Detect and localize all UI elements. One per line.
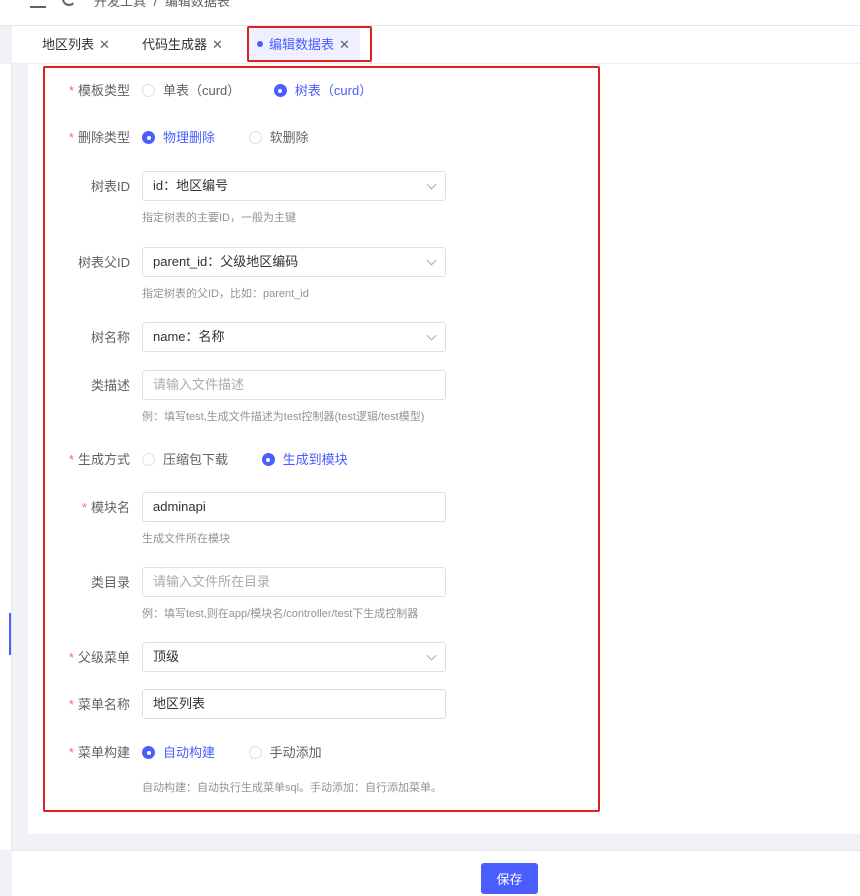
radio-label: 单表（curd） bbox=[163, 83, 241, 98]
field-label: 树名称 bbox=[90, 330, 130, 345]
chevron-down-icon bbox=[426, 179, 437, 190]
menu-build-radio-group: 自动构建 手动添加 bbox=[142, 737, 352, 769]
field-label: 菜单名称 bbox=[77, 697, 130, 712]
field-label: 生成方式 bbox=[77, 452, 130, 467]
radio-circle-icon bbox=[248, 746, 262, 760]
radio-circle-icon bbox=[248, 131, 262, 145]
field-label: 菜单构建 bbox=[77, 745, 130, 760]
close-icon[interactable]: ✕ bbox=[212, 37, 223, 52]
select-value: name：名称 bbox=[153, 329, 225, 344]
tree-name-select[interactable]: name：名称 bbox=[142, 322, 446, 352]
radio-label: 物理删除 bbox=[163, 130, 216, 145]
tab-code-generator[interactable]: 代码生成器 ✕ bbox=[142, 26, 223, 64]
radio-physical-delete[interactable]: 物理删除 bbox=[142, 122, 215, 154]
module-name-input[interactable]: adminapi bbox=[142, 492, 446, 522]
tab-label: 编辑数据表 bbox=[269, 37, 335, 52]
radio-auto-build[interactable]: 自动构建 bbox=[142, 737, 215, 769]
radio-generate-to-module[interactable]: 生成到模块 bbox=[261, 444, 348, 476]
radio-zip-download[interactable]: 压缩包下载 bbox=[142, 444, 228, 476]
template-type-radio-group: 单表（curd） 树表（curd） bbox=[142, 75, 402, 107]
class-desc-input[interactable]: 请输入文件描述 bbox=[142, 370, 446, 400]
select-value: 顶级 bbox=[153, 649, 180, 664]
field-label: 类描述 bbox=[90, 378, 130, 393]
tab-label: 代码生成器 bbox=[142, 37, 208, 52]
radio-circle-icon bbox=[142, 84, 155, 98]
breadcrumb-item: 编辑数据表 bbox=[164, 0, 230, 9]
menu-fold-icon[interactable] bbox=[30, 0, 46, 8]
radio-circle-icon bbox=[142, 453, 155, 467]
help-text: 生成文件所在模块 bbox=[142, 533, 230, 545]
close-icon[interactable]: ✕ bbox=[339, 37, 350, 52]
chevron-down-icon bbox=[426, 330, 437, 341]
radio-soft-delete[interactable]: 软删除 bbox=[248, 122, 309, 154]
field-label: 模板类型 bbox=[77, 83, 130, 98]
radio-checked-icon bbox=[261, 453, 275, 467]
radio-manual-add[interactable]: 手动添加 bbox=[248, 737, 322, 769]
field-label: 树表ID bbox=[90, 179, 130, 194]
radio-label: 树表（curd） bbox=[294, 83, 373, 98]
required-mark: * bbox=[68, 697, 74, 712]
help-text: 指定树表的主要ID，一般为主键 bbox=[142, 212, 296, 224]
tab-bar: 地区列表 ✕ 代码生成器 ✕ 编辑数据表 ✕ bbox=[12, 26, 860, 64]
radio-label: 软删除 bbox=[269, 130, 309, 145]
help-text: 自动构建：自动执行生成菜单sql。手动添加：自行添加菜单。 bbox=[142, 782, 443, 794]
required-mark: * bbox=[81, 500, 87, 515]
class-dir-input[interactable]: 请输入文件所在目录 bbox=[142, 567, 446, 597]
radio-tree-table[interactable]: 树表（curd） bbox=[273, 75, 373, 107]
top-bar: 开发工具 / 编辑数据表 bbox=[0, 0, 860, 26]
radio-checked-icon bbox=[142, 746, 155, 760]
field-label: 树表父ID bbox=[77, 255, 130, 270]
required-mark: * bbox=[68, 130, 74, 145]
delete-type-radio-group: 物理删除 软删除 bbox=[142, 122, 339, 154]
chevron-down-icon bbox=[426, 650, 437, 661]
active-dot-icon bbox=[257, 40, 263, 47]
footer-bar bbox=[12, 850, 860, 896]
radio-checked-icon bbox=[273, 84, 287, 98]
tree-pid-select[interactable]: parent_id：父级地区编码 bbox=[142, 247, 446, 277]
save-button[interactable]: 保存 bbox=[481, 863, 538, 894]
sidebar-strip bbox=[0, 64, 12, 850]
menu-name-input[interactable]: 地区列表 bbox=[142, 689, 446, 719]
select-value: id：地区编号 bbox=[153, 178, 229, 193]
radio-single-table[interactable]: 单表（curd） bbox=[142, 75, 240, 107]
breadcrumb: 开发工具 / 编辑数据表 bbox=[94, 0, 234, 10]
parent-menu-select[interactable]: 顶级 bbox=[142, 642, 446, 672]
radio-label: 生成到模块 bbox=[282, 452, 348, 467]
gen-mode-radio-group: 压缩包下载 生成到模块 bbox=[142, 444, 378, 476]
breadcrumb-separator: / bbox=[153, 0, 158, 9]
required-mark: * bbox=[68, 83, 74, 98]
required-mark: * bbox=[68, 452, 74, 467]
select-value: parent_id：父级地区编码 bbox=[153, 254, 299, 269]
field-label: 删除类型 bbox=[77, 130, 130, 145]
tab-label: 地区列表 bbox=[42, 37, 95, 52]
tab-region-list[interactable]: 地区列表 ✕ bbox=[42, 26, 110, 64]
radio-checked-icon bbox=[142, 131, 155, 145]
close-icon[interactable]: ✕ bbox=[99, 37, 110, 52]
radio-label: 压缩包下载 bbox=[163, 452, 229, 467]
breadcrumb-item[interactable]: 开发工具 bbox=[94, 0, 146, 9]
radio-label: 手动添加 bbox=[269, 745, 322, 760]
chevron-down-icon bbox=[426, 255, 437, 266]
help-text: 指定树表的父ID，比如：parent_id bbox=[142, 288, 309, 300]
help-text: 例：填写test,则在app/模块名/controller/test下生成控制器 bbox=[142, 608, 419, 620]
field-label: 模块名 bbox=[90, 500, 130, 515]
tree-id-select[interactable]: id：地区编号 bbox=[142, 171, 446, 201]
refresh-icon[interactable] bbox=[62, 0, 76, 6]
required-mark: * bbox=[68, 650, 74, 665]
tab-edit-table[interactable]: 编辑数据表 ✕ bbox=[249, 26, 360, 64]
help-text: 例：填写test,生成文件描述为test控制器(test逻辑/test模型) bbox=[142, 411, 425, 423]
required-mark: * bbox=[68, 745, 74, 760]
radio-label: 自动构建 bbox=[163, 745, 216, 760]
field-label: 类目录 bbox=[90, 575, 130, 590]
field-label: 父级菜单 bbox=[77, 650, 130, 665]
scroll-indicator[interactable] bbox=[9, 613, 11, 655]
